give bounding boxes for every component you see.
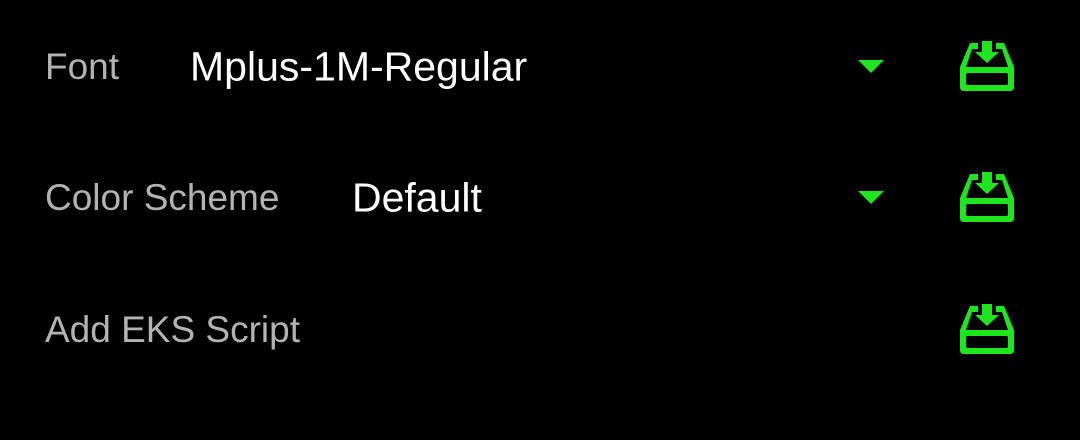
- dropdown-arrow-icon[interactable]: [858, 60, 884, 73]
- import-font-button[interactable]: [950, 37, 1024, 97]
- import-icon: [960, 172, 1014, 222]
- import-icon: [960, 304, 1014, 354]
- color-scheme-label: Color Scheme: [45, 177, 280, 218]
- dropdown-arrow-icon[interactable]: [858, 191, 884, 204]
- color-scheme-setting-row: Color Scheme Default: [0, 148, 1080, 248]
- font-setting-row: Font Mplus-1M-Regular: [0, 17, 1080, 117]
- font-selected-value[interactable]: Mplus-1M-Regular: [190, 44, 527, 91]
- font-label: Font: [45, 46, 120, 87]
- import-color-scheme-button[interactable]: [950, 168, 1024, 228]
- import-eks-script-button[interactable]: [950, 300, 1024, 360]
- color-scheme-selected-value[interactable]: Default: [352, 175, 482, 222]
- eks-script-label: Add EKS Script: [45, 309, 301, 350]
- eks-script-setting-row: Add EKS Script: [0, 280, 1080, 380]
- import-icon: [960, 41, 1014, 91]
